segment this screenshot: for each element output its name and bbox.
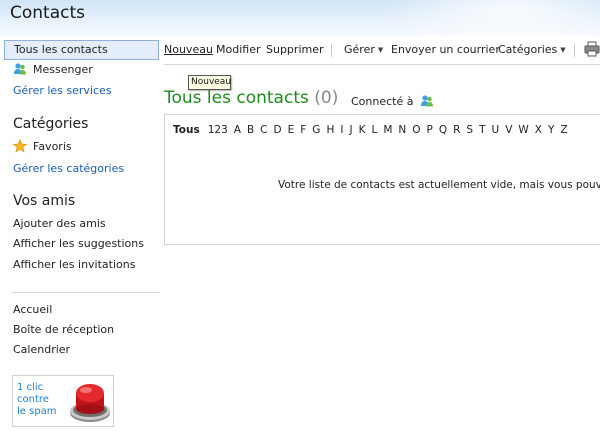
calendar-label: Calendrier [13, 343, 71, 356]
page-title: Tous les contacts (0) [164, 88, 338, 108]
sidebar-item-label: Tous les contacts [14, 43, 108, 56]
red-button-icon [67, 379, 113, 428]
alphabet-filter: Tous 123 A B C D E F G H I J K L M N O P Q R S T U V W X Y Z [173, 123, 574, 136]
connected-to: Connecté à [351, 94, 434, 108]
alphabet-filter-n[interactable]: N [398, 124, 406, 136]
alphabet-filter-e[interactable]: E [288, 124, 295, 136]
messenger-icon[interactable] [420, 94, 434, 108]
categories-dropdown[interactable]: Catégories ▼ [498, 43, 566, 56]
contacts-panel: Tous 123 A B C D E F G H I J K L M N O P Q R S T U V W X Y Z Votre … [164, 114, 600, 245]
connected-label: Connecté à [351, 95, 414, 108]
alphabet-filter-f[interactable]: F [300, 124, 306, 136]
alphabet-filter-w[interactable]: W [518, 124, 528, 136]
alphabet-filter-d[interactable]: D [274, 124, 282, 136]
anti-spam-line3: le spam [17, 406, 57, 417]
sidebar-item-all-contacts[interactable]: Tous les contacts [4, 40, 159, 60]
toolbar-separator [331, 44, 332, 57]
alphabet-filter-i[interactable]: I [340, 124, 343, 136]
home-link[interactable]: Accueil [4, 301, 159, 321]
alphabet-filter-t[interactable]: T [479, 124, 485, 136]
anti-spam-banner[interactable]: 1 clic contre le spam [12, 375, 114, 427]
messenger-icon [13, 62, 27, 76]
alphabet-filter-j[interactable]: J [349, 124, 352, 136]
alphabet-filter-v[interactable]: V [505, 124, 512, 136]
show-suggestions-label: Afficher les suggestions [13, 237, 144, 250]
sidebar: Tous les contacts Messenger Gérer les se… [0, 36, 164, 431]
friends-heading: Vos amis [13, 193, 76, 209]
inbox-link[interactable]: Boîte de réception [4, 321, 159, 341]
chevron-down-icon: ▼ [560, 46, 566, 54]
manage-categories-label: Gérer les catégories [13, 162, 125, 175]
alphabet-filter-m[interactable]: M [383, 124, 392, 136]
printer-icon[interactable] [584, 41, 600, 60]
sidebar-item-favorites[interactable]: Favoris [4, 138, 159, 158]
alphabet-filter-o[interactable]: O [412, 124, 420, 136]
sidebar-divider [12, 292, 160, 293]
manage-services-label: Gérer les services [13, 84, 112, 97]
alphabet-filter-p[interactable]: P [427, 124, 433, 136]
alphabet-filter-b[interactable]: B [247, 124, 254, 136]
anti-spam-line2: contre [17, 394, 49, 405]
show-invitations-label: Afficher les invitations [13, 258, 136, 271]
anti-spam-text: 1 clic contre le spam [17, 382, 67, 418]
sidebar-item-label: Favoris [33, 140, 72, 153]
toolbar-separator [574, 44, 575, 57]
inbox-label: Boîte de réception [13, 323, 115, 336]
alphabet-filter-q[interactable]: Q [439, 124, 447, 136]
manage-categories-link[interactable]: Gérer les catégories [4, 160, 159, 180]
alphabet-filter-l[interactable]: L [371, 124, 377, 136]
delete-button[interactable]: Supprimer [266, 43, 324, 56]
edit-button[interactable]: Modifier [216, 43, 260, 56]
categories-label: Catégories [498, 43, 558, 56]
alphabet-filter-h[interactable]: H [326, 124, 334, 136]
anti-spam-line1: 1 clic [17, 382, 44, 393]
toolbar: Nouveau Modifier Supprimer Gérer ▼ Envoye… [164, 40, 600, 62]
home-label: Accueil [13, 303, 53, 316]
sidebar-item-label: Messenger [33, 63, 93, 76]
app-header: Contacts [0, 0, 600, 36]
categories-heading: Catégories [13, 116, 89, 132]
alphabet-filter-x[interactable]: X [535, 124, 542, 136]
alphabet-filter-s[interactable]: S [466, 124, 473, 136]
manage-services-link[interactable]: Gérer les services [4, 82, 159, 102]
add-friends-label: Ajouter des amis [13, 217, 106, 230]
manage-dropdown[interactable]: Gérer ▼ [344, 43, 383, 56]
alphabet-filter-y[interactable]: Y [548, 124, 554, 136]
alphabet-filter-r[interactable]: R [453, 124, 460, 136]
chevron-down-icon: ▼ [377, 46, 384, 54]
empty-message-text: Votre liste de contacts est actuellement… [278, 179, 600, 191]
new-button[interactable]: Nouveau [164, 43, 213, 56]
contact-count: (0) [314, 88, 339, 108]
page-title-text: Tous les contacts [164, 88, 309, 108]
sidebar-item-messenger[interactable]: Messenger [4, 61, 159, 81]
empty-message: Votre liste de contacts est actuellement… [278, 179, 600, 191]
alphabet-filter-c[interactable]: C [260, 124, 267, 136]
alphabet-filter-123[interactable]: 123 [208, 124, 228, 136]
calendar-link[interactable]: Calendrier [4, 341, 159, 361]
show-invitations-link[interactable]: Afficher les invitations [4, 256, 159, 276]
toolbar-divider [164, 64, 600, 65]
alphabet-filter-a[interactable]: A [234, 124, 241, 136]
alphabet-filter-u[interactable]: U [492, 124, 500, 136]
send-mail-button[interactable]: Envoyer un courrier [391, 43, 500, 56]
add-friends-link[interactable]: Ajouter des amis [4, 215, 159, 235]
alphabet-filter-z[interactable]: Z [560, 124, 567, 136]
alphabet-filter-g[interactable]: G [312, 124, 320, 136]
star-icon [12, 139, 28, 153]
alphabet-filter-tous[interactable]: Tous [173, 124, 200, 136]
manage-label: Gérer [344, 43, 375, 56]
alphabet-filter-k[interactable]: K [359, 124, 366, 136]
app-title: Contacts [10, 3, 85, 23]
show-suggestions-link[interactable]: Afficher les suggestions [4, 235, 159, 255]
